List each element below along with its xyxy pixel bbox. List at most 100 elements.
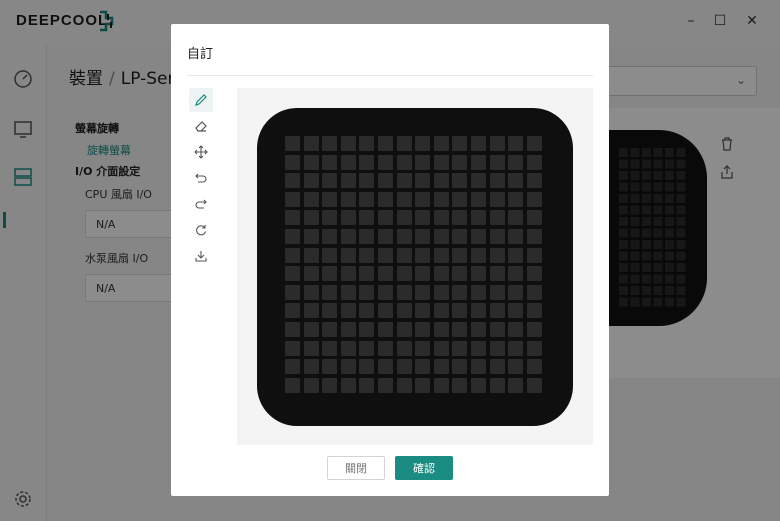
led-cell[interactable] <box>285 247 300 263</box>
led-cell[interactable] <box>322 266 338 282</box>
redo-tool[interactable] <box>189 192 213 216</box>
led-cell[interactable] <box>489 266 505 282</box>
led-cell[interactable] <box>303 229 319 244</box>
led-cell[interactable] <box>489 247 505 263</box>
led-cell[interactable] <box>340 266 356 282</box>
led-cell[interactable] <box>433 322 449 337</box>
led-cell[interactable] <box>433 266 449 282</box>
led-cell[interactable] <box>340 340 356 356</box>
led-cell[interactable] <box>378 266 393 282</box>
led-cell[interactable] <box>508 377 524 393</box>
led-cell[interactable] <box>489 284 505 300</box>
led-cell[interactable] <box>526 173 542 189</box>
led-cell[interactable] <box>322 173 338 189</box>
led-cell[interactable] <box>526 266 542 282</box>
led-cell[interactable] <box>322 154 338 170</box>
led-cell[interactable] <box>396 136 412 151</box>
led-cell[interactable] <box>489 173 505 189</box>
led-cell[interactable] <box>359 377 375 393</box>
led-cell[interactable] <box>378 247 393 263</box>
move-tool[interactable] <box>189 140 213 164</box>
led-cell[interactable] <box>526 377 542 393</box>
led-cell[interactable] <box>508 266 524 282</box>
led-cell[interactable] <box>285 154 300 170</box>
led-cell[interactable] <box>303 377 319 393</box>
led-cell[interactable] <box>452 266 468 282</box>
led-cell[interactable] <box>340 173 356 189</box>
led-cell[interactable] <box>378 284 393 300</box>
led-cell[interactable] <box>322 210 338 226</box>
led-cell[interactable] <box>489 303 505 319</box>
confirm-button[interactable]: 確認 <box>395 456 453 480</box>
led-cell[interactable] <box>415 303 431 319</box>
led-cell[interactable] <box>415 247 431 263</box>
led-cell[interactable] <box>378 340 393 356</box>
led-cell[interactable] <box>508 210 524 226</box>
led-cell[interactable] <box>471 154 486 170</box>
led-cell[interactable] <box>508 359 524 375</box>
led-cell[interactable] <box>303 173 319 189</box>
led-cell[interactable] <box>378 229 393 244</box>
led-cell[interactable] <box>285 229 300 244</box>
led-cell[interactable] <box>378 210 393 226</box>
led-cell[interactable] <box>340 154 356 170</box>
led-cell[interactable] <box>508 340 524 356</box>
led-cell[interactable] <box>359 173 375 189</box>
led-cell[interactable] <box>415 266 431 282</box>
led-cell[interactable] <box>508 154 524 170</box>
led-cell[interactable] <box>285 340 300 356</box>
led-cell[interactable] <box>303 322 319 337</box>
led-cell[interactable] <box>452 284 468 300</box>
led-cell[interactable] <box>285 284 300 300</box>
led-cell[interactable] <box>415 191 431 207</box>
led-cell[interactable] <box>285 210 300 226</box>
led-cell[interactable] <box>340 322 356 337</box>
led-cell[interactable] <box>359 191 375 207</box>
led-cell[interactable] <box>285 303 300 319</box>
led-cell[interactable] <box>508 247 524 263</box>
led-cell[interactable] <box>415 173 431 189</box>
led-cell[interactable] <box>489 359 505 375</box>
led-cell[interactable] <box>322 340 338 356</box>
led-cell[interactable] <box>452 210 468 226</box>
led-cell[interactable] <box>303 191 319 207</box>
led-cell[interactable] <box>433 154 449 170</box>
led-cell[interactable] <box>285 136 300 151</box>
led-cell[interactable] <box>526 247 542 263</box>
led-cell[interactable] <box>489 210 505 226</box>
led-cell[interactable] <box>452 191 468 207</box>
led-cell[interactable] <box>359 303 375 319</box>
led-cell[interactable] <box>452 173 468 189</box>
led-cell[interactable] <box>340 377 356 393</box>
led-cell[interactable] <box>303 154 319 170</box>
led-cell[interactable] <box>303 136 319 151</box>
led-cell[interactable] <box>452 229 468 244</box>
led-cell[interactable] <box>508 322 524 337</box>
led-cell[interactable] <box>378 322 393 337</box>
led-cell[interactable] <box>433 359 449 375</box>
led-cell[interactable] <box>471 210 486 226</box>
led-cell[interactable] <box>415 136 431 151</box>
led-cell[interactable] <box>396 266 412 282</box>
led-cell[interactable] <box>452 154 468 170</box>
led-cell[interactable] <box>378 359 393 375</box>
led-cell[interactable] <box>285 322 300 337</box>
led-cell[interactable] <box>415 229 431 244</box>
reset-tool[interactable] <box>189 218 213 242</box>
led-cell[interactable] <box>415 359 431 375</box>
led-cell[interactable] <box>396 322 412 337</box>
led-cell[interactable] <box>433 210 449 226</box>
led-cell[interactable] <box>489 191 505 207</box>
led-cell[interactable] <box>489 340 505 356</box>
led-cell[interactable] <box>378 303 393 319</box>
led-cell[interactable] <box>452 303 468 319</box>
led-cell[interactable] <box>471 247 486 263</box>
led-cell[interactable] <box>526 303 542 319</box>
led-cell[interactable] <box>303 210 319 226</box>
led-cell[interactable] <box>303 359 319 375</box>
close-dialog-button[interactable]: 關閉 <box>327 456 385 480</box>
led-cell[interactable] <box>526 136 542 151</box>
led-cell[interactable] <box>340 210 356 226</box>
led-cell[interactable] <box>415 322 431 337</box>
led-cell[interactable] <box>303 303 319 319</box>
